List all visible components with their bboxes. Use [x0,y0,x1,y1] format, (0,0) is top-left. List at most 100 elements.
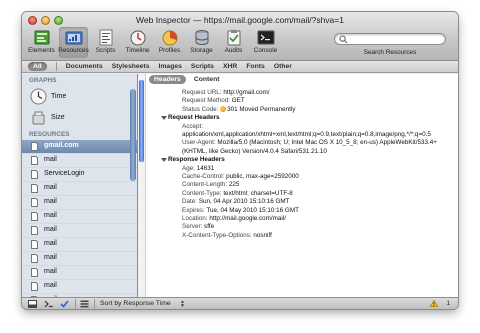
status-code-row: Status Code: 301 Moved Permanently [146,105,456,114]
resource-item[interactable]: mail [22,266,137,280]
resource-item[interactable]: mail [22,224,137,238]
header-value: application/xml,application/xhtml+xml,te… [182,130,431,138]
request-headers-section[interactable]: Request Headers [146,114,456,122]
tool-console[interactable]: Console [251,27,280,58]
graph-size[interactable]: Size [22,107,137,128]
graph-time[interactable]: Time [22,86,137,107]
document-icon [31,240,38,249]
resource-detail-pane: Headers Content Request URL: http://gmai… [146,74,458,297]
tab-headers[interactable]: Headers [149,75,186,84]
timeline-icon [130,30,145,46]
request-url-label: Request URL: [182,89,222,96]
header-row: Cache-Control: public, max-age=2592000 [146,173,456,181]
resource-item[interactable]: mail [22,252,137,266]
status-bar-divider [94,299,95,309]
tab-content[interactable]: Content [189,75,225,84]
resource-label: mail [44,240,57,247]
header-row: X-Content-Type-Options: nosniff [146,232,456,240]
resource-item[interactable]: ServiceLogin [22,168,137,182]
filter-all[interactable]: All [28,62,47,71]
filter-divider [55,62,57,71]
header-value: http://mail.google.com/mail/ [209,214,286,222]
resource-item[interactable]: mail [22,238,137,252]
sidebar-scrollbar[interactable] [130,89,136,181]
resource-item[interactable]: mail [22,210,137,224]
header-key: Content-Length: [182,181,228,189]
document-icon [31,226,38,235]
tool-audits-label: Audits [224,47,243,54]
tool-profiles[interactable]: Profiles [155,27,184,58]
header-value: public, max-age=2592000 [226,172,299,180]
filter-xhr[interactable]: XHR [223,63,237,70]
panel-tools: Elements Resources Scripts Timeline Prof… [27,27,280,58]
header-key: Server: [182,223,203,231]
header-row: Accept: application/xml,application/xhtm… [146,123,456,140]
scripts-icon [99,29,112,46]
console-toggle-icon[interactable] [44,300,53,308]
tool-scripts[interactable]: Scripts [91,27,120,58]
tool-timeline-label: Timeline [125,47,150,54]
disclosure-triangle-icon[interactable] [161,116,167,121]
header-key: Content-Type: [182,189,222,197]
sort-select-arrows-icon[interactable]: ▲ ▼ [180,300,185,309]
search-resources-input[interactable] [334,33,446,45]
profiles-icon [162,30,177,46]
resource-item[interactable]: mail [22,196,137,210]
sort-select[interactable]: Sort by Response Time [100,300,171,307]
header-row: Content-Length: 225 [146,181,456,189]
status-redirect-icon [220,105,227,112]
detail-tabs: Headers Content [146,74,458,84]
request-headers-title: Request Headers [168,114,220,122]
filter-images[interactable]: Images [158,63,181,70]
tool-storage-label: Storage [190,47,213,54]
resources-sidebar[interactable]: GRAPHS Time Size RESOURCES gmail.com mai… [22,74,138,297]
document-icon [31,184,38,193]
resource-item[interactable]: gmail.com [22,140,137,154]
filter-stylesheets[interactable]: Stylesheets [112,63,150,70]
filter-other[interactable]: Other [274,63,292,70]
tool-timeline[interactable]: Timeline [123,27,152,58]
web-inspector-window: Web Inspector — https://mail.google.com/… [22,12,458,309]
filter-scripts[interactable]: Scripts [191,63,214,70]
graphs-heading: GRAPHS [29,77,57,84]
timeline-strip-bar[interactable] [139,80,144,162]
filter-documents[interactable]: Documents [66,63,103,70]
resources-icon [65,31,82,45]
warning-icon[interactable] [430,300,438,307]
warning-count[interactable]: 1 [446,300,450,307]
large-rows-toggle-icon[interactable] [80,300,89,308]
resource-tracking-icon[interactable] [60,300,69,308]
header-key: User-Agent: [182,139,216,147]
header-value: Mozilla/5.0 (Macintosh; U; Intel Mac OS … [182,139,437,155]
header-value: sffe [204,223,215,231]
header-row: Server: sffe [146,223,456,231]
tool-storage[interactable]: Storage [187,27,216,58]
disclosure-triangle-icon[interactable] [161,158,167,163]
header-row: Location: http://mail.google.com/mail/ [146,215,456,223]
tool-audits[interactable]: Audits [219,27,248,58]
header-key: Date: [182,198,198,206]
tool-elements[interactable]: Elements [27,27,56,58]
audits-icon [227,30,240,46]
resource-item[interactable]: mail [22,154,137,168]
resource-item[interactable]: mail [22,182,137,196]
header-value: nosniff [253,231,272,239]
graph-time-label: Time [51,93,67,100]
clock-icon [30,88,47,105]
graph-size-label: Size [51,114,65,121]
header-key: Accept: [182,122,203,130]
filter-fonts[interactable]: Fonts [246,63,265,70]
header-value: 14631 [196,164,215,172]
tool-resources-label: Resources [58,47,89,54]
tool-console-label: Console [253,47,278,54]
dock-to-main-window-icon[interactable] [28,300,37,308]
resource-label: mail [44,198,57,205]
resource-item[interactable]: mail [22,280,137,294]
resource-label: mail [44,268,57,275]
header-row: Expires: Tue, 04 May 2010 15:10:16 GMT [146,207,456,215]
console-icon [257,30,274,45]
tool-resources[interactable]: Resources [58,27,89,58]
response-headers-section[interactable]: Response Headers [146,156,456,164]
header-key: Expires: [182,206,205,214]
resource-label: mail [44,156,57,163]
